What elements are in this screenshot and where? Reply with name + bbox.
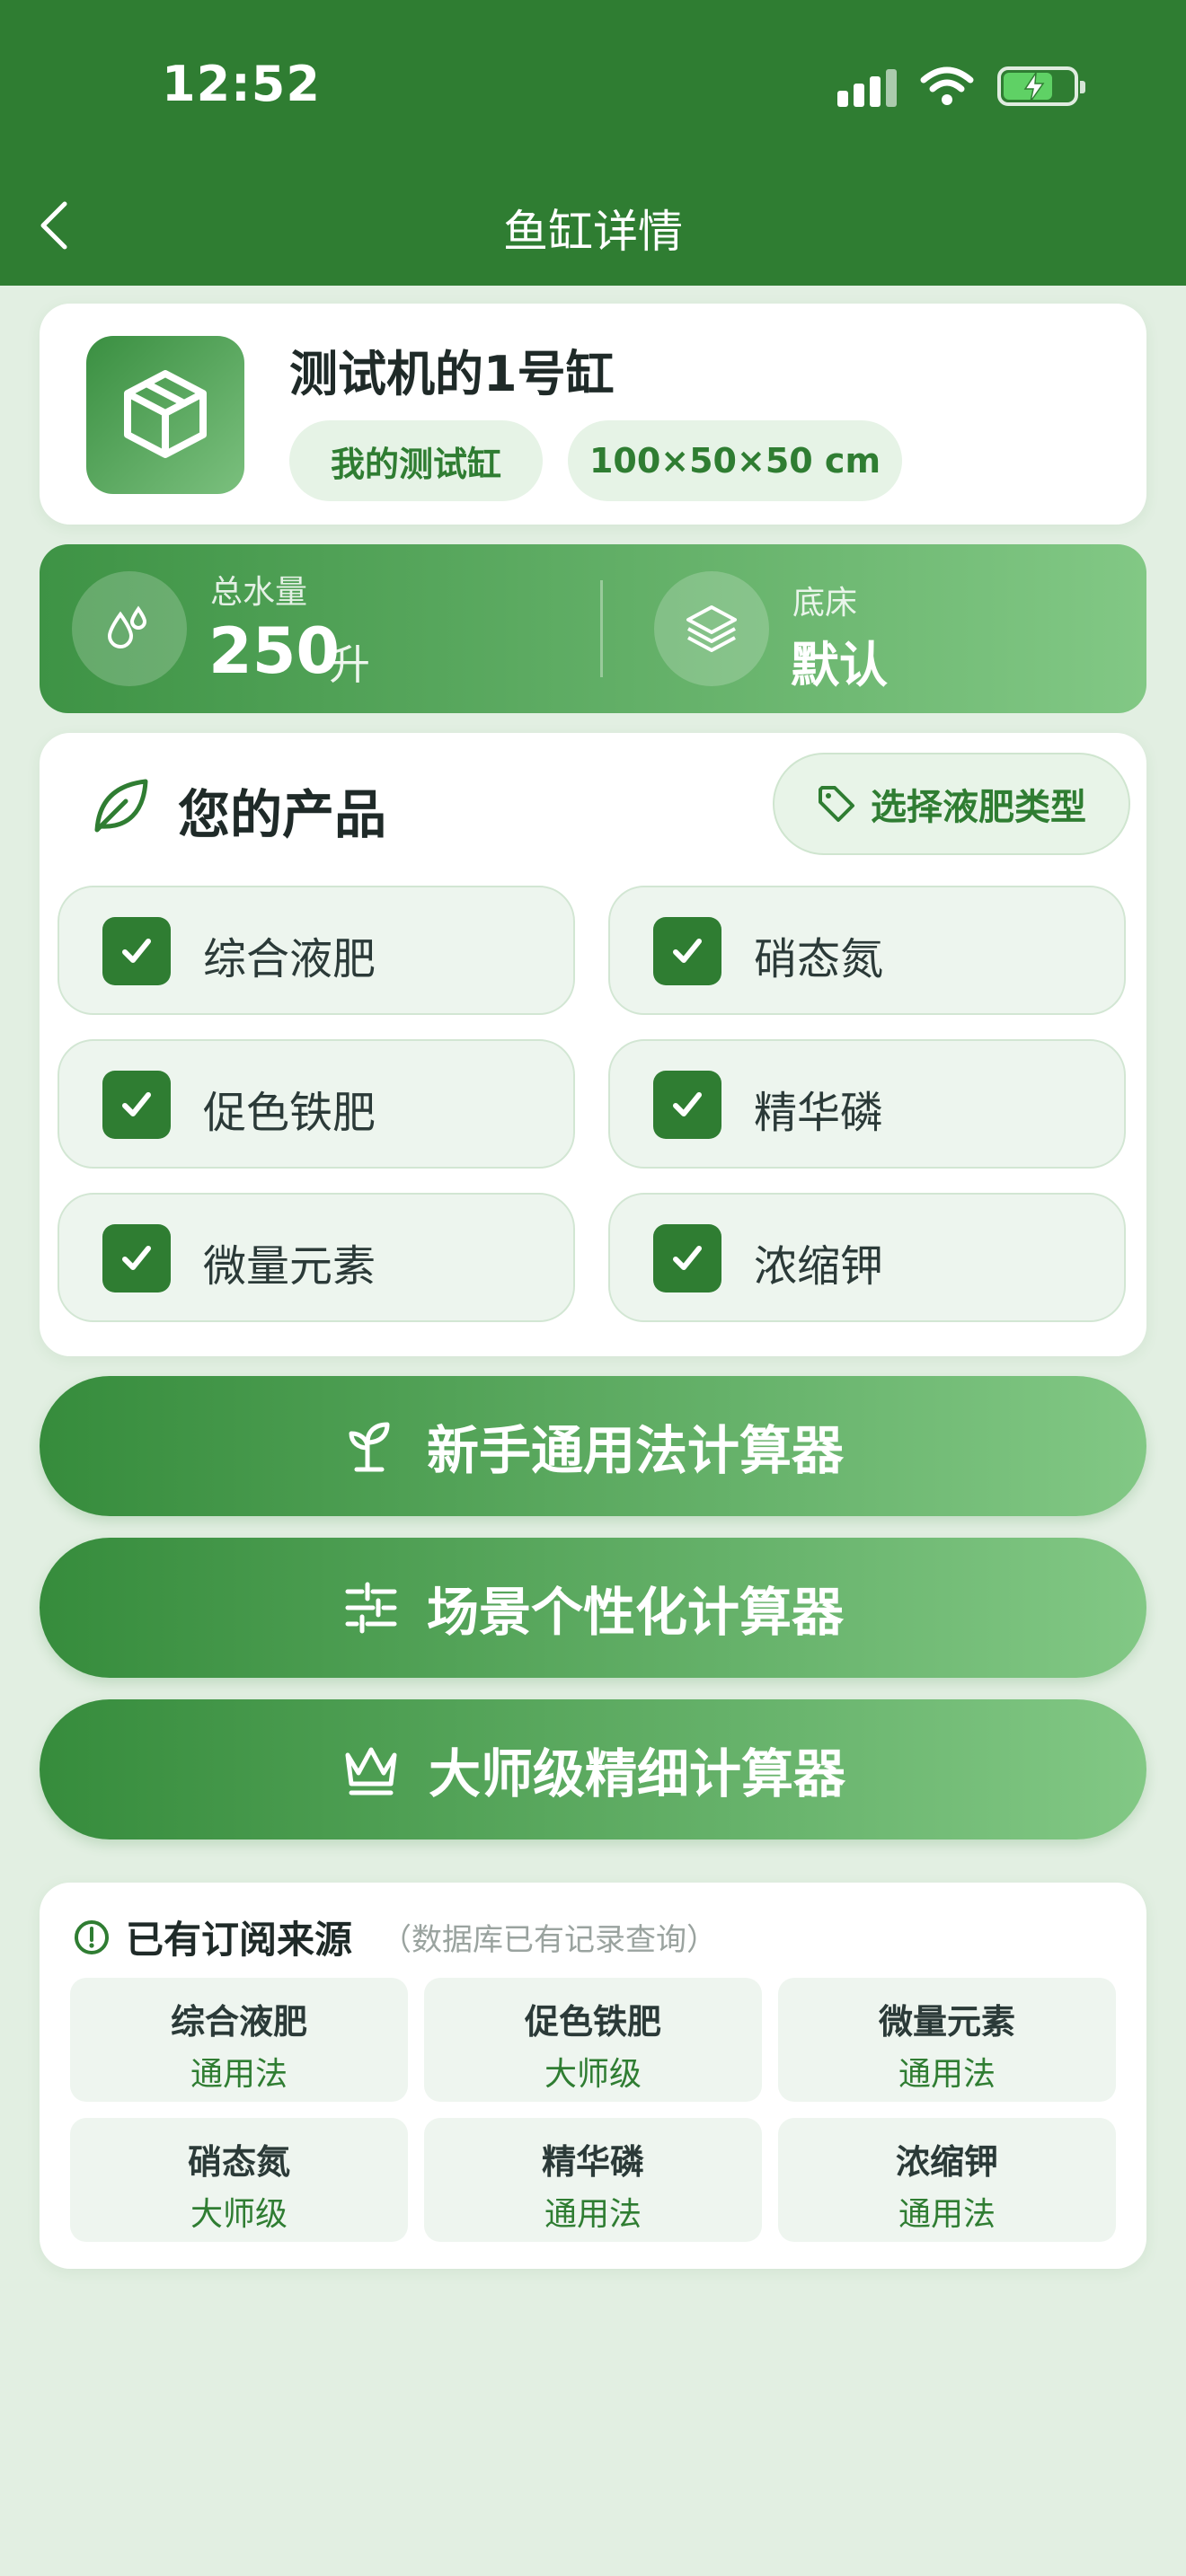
subscriptions-header: 已有订阅来源 （数据库已有记录查询） [74,1910,717,1964]
subscription-level: 通用法 [544,2196,642,2233]
substrate-label: 底床 [792,585,858,622]
product-item[interactable]: 综合液肥 [58,886,575,1015]
select-fertilizer-type-label: 选择液肥类型 [871,787,1086,828]
product-label: 综合液肥 [203,934,376,984]
product-label: 促色铁肥 [203,1088,376,1138]
tank-info-card: 测试机的1号缸 我的测试缸 100×50×50 cm [40,304,1146,525]
sprout-icon [349,1422,390,1472]
subscription-item: 微量元素 通用法 [778,1978,1116,2102]
product-label: 微量元素 [203,1241,376,1292]
subscription-item: 硝态氮 大师级 [70,2118,408,2242]
product-label: 精华磷 [754,1088,884,1138]
app-bar: 12:52 鱼缸详情 [0,0,1186,286]
water-drops-icon [72,571,187,686]
subscription-name: 硝态氮 [187,2142,290,2182]
beginner-calculator-button[interactable]: 新手通用法计算器 [40,1376,1146,1516]
water-volume-label: 总水量 [210,574,308,611]
tank-box-icon [86,336,244,494]
checkbox-checked-icon[interactable] [102,1224,171,1292]
status-time: 12:52 [162,56,321,112]
scenario-calculator-label: 场景个性化计算器 [426,1582,844,1643]
scenario-calculator-button[interactable]: 场景个性化计算器 [40,1538,1146,1678]
water-volume-unit: 升 [329,640,370,689]
cellular-signal-icon [837,66,897,107]
status-icons [837,63,1085,110]
checkbox-checked-icon[interactable] [102,1071,171,1139]
checkbox-checked-icon[interactable] [102,917,171,985]
tank-size-chip: 100×50×50 cm [568,420,902,501]
subscriptions-title: 已有订阅来源 [126,1918,353,1962]
products-title: 您的产品 [178,784,387,845]
subscription-item: 浓缩钾 通用法 [778,2118,1116,2242]
subscription-level: 大师级 [190,2196,288,2233]
tank-group-chip: 我的测试缸 [289,420,543,501]
subscription-level: 通用法 [190,2056,288,2093]
product-item[interactable]: 浓缩钾 [608,1193,1126,1322]
tank-name: 测试机的1号缸 [289,346,615,402]
info-icon [75,1919,109,1954]
product-item[interactable]: 促色铁肥 [58,1039,575,1169]
products-card: 您的产品 选择液肥类型 综合液肥 硝态氮 促色铁肥 精华磷 微量元素 浓缩钾 [40,733,1146,1356]
product-label: 浓缩钾 [754,1241,884,1292]
checkbox-checked-icon[interactable] [653,1224,721,1292]
select-fertilizer-type-button[interactable]: 选择液肥类型 [773,753,1130,855]
page-title: 鱼缸详情 [503,206,683,258]
product-item[interactable]: 硝态氮 [608,886,1126,1015]
beginner-calculator-label: 新手通用法计算器 [426,1420,844,1481]
stats-divider [600,580,603,677]
master-calculator-button[interactable]: 大师级精细计算器 [40,1699,1146,1839]
layers-icon [654,571,769,686]
subscription-name: 浓缩钾 [895,2142,998,2182]
leaf-icon [94,779,148,833]
product-item[interactable]: 精华磷 [608,1039,1126,1169]
checkbox-checked-icon[interactable] [653,1071,721,1139]
product-label: 硝态氮 [754,934,884,984]
tank-stats-bar: 总水量 250 升 底床 默认 [40,544,1146,713]
subscription-item: 精华磷 通用法 [424,2118,762,2242]
subscription-level: 大师级 [544,2056,642,2093]
tag-icon [819,786,854,822]
subscriptions-note: （数据库已有记录查询） [381,1922,718,1958]
water-volume-value: 250 [208,614,341,688]
master-calculator-label: 大师级精细计算器 [428,1743,845,1804]
subscription-name: 促色铁肥 [524,2002,661,2042]
product-item[interactable]: 微量元素 [58,1193,575,1322]
subscription-level: 通用法 [898,2196,996,2233]
subscription-item: 综合液肥 通用法 [70,1978,408,2102]
battery-icon [997,66,1085,106]
subscription-name: 综合液肥 [170,2002,307,2042]
checkbox-checked-icon[interactable] [653,917,721,985]
substrate-value: 默认 [791,637,888,693]
sliders-icon [345,1582,397,1634]
subscription-name: 微量元素 [878,2002,1015,2042]
subscriptions-card: 已有订阅来源 （数据库已有记录查询） 综合液肥 通用法 促色铁肥 大师级 微量元… [40,1883,1146,2269]
subscription-item: 促色铁肥 大师级 [424,1978,762,2102]
subscription-name: 精华磷 [541,2142,644,2182]
crown-icon [345,1747,397,1795]
subscription-level: 通用法 [898,2056,996,2093]
wifi-icon [920,66,974,105]
